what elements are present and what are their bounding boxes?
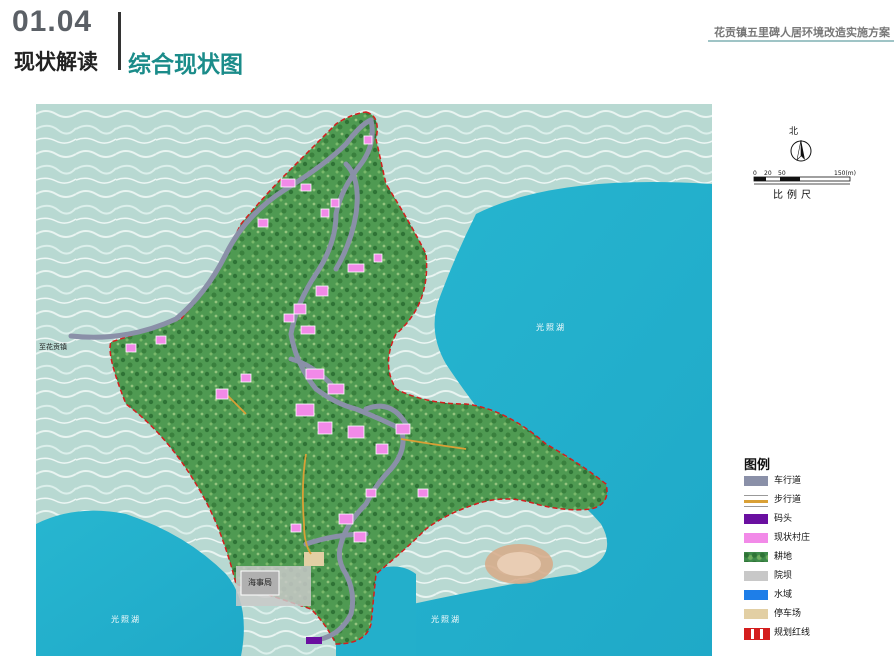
- section-title: 现状解读: [14, 50, 98, 74]
- village-building: [295, 403, 315, 417]
- village-building: [257, 218, 269, 228]
- legend-label: 现状村庄: [774, 533, 811, 543]
- village-building: [280, 178, 296, 188]
- scale-label: 比例尺: [773, 190, 815, 201]
- project-title: 花贡镇五里碑人居环境改造实施方案: [714, 26, 890, 39]
- legend-label: 水域: [774, 590, 793, 600]
- pier: [306, 637, 322, 644]
- site-map-graphic: [36, 104, 712, 656]
- legend-item: 耕地: [744, 550, 884, 564]
- lake-label-east: 光照湖: [536, 323, 566, 332]
- village-building: [327, 383, 345, 395]
- scale-tick-20: 20: [764, 170, 772, 177]
- village-building: [240, 373, 252, 383]
- section-number: 01.04: [12, 5, 93, 38]
- legend-label: 耕地: [774, 552, 793, 562]
- legend-item: 车行道: [744, 474, 884, 488]
- legend-label: 规划红线: [774, 628, 811, 638]
- legend-swatch: [744, 590, 768, 600]
- legend-label: 院坝: [774, 571, 793, 581]
- village-building: [363, 135, 373, 145]
- legend-item: 停车场: [744, 607, 884, 621]
- legend-label: 停车场: [774, 609, 802, 619]
- village-building: [125, 343, 137, 353]
- village-building: [417, 488, 429, 498]
- legend-item: 现状村庄: [744, 531, 884, 545]
- legend-item: 院坝: [744, 569, 884, 583]
- scale-bar: 0 20 50 150(m): [753, 170, 856, 185]
- village-building: [375, 443, 389, 455]
- maritime-building-label: 海事局: [248, 578, 272, 587]
- village-building: [315, 285, 329, 297]
- legend-title: 图例: [744, 458, 771, 473]
- site-map[interactable]: 光照湖 光照湖 光照湖 至花贡镇 海事局: [36, 104, 712, 656]
- village-building: [347, 425, 365, 439]
- legend-item: 水域: [744, 588, 884, 602]
- scale-tick-150: 150(m): [834, 170, 856, 177]
- island-center: [497, 552, 541, 576]
- legend-label: 码头: [774, 514, 793, 524]
- village-building: [215, 388, 229, 400]
- village-building: [395, 423, 411, 435]
- village-building: [347, 263, 365, 273]
- legend-label: 车行道: [774, 476, 802, 486]
- lake-label-south: 光照湖: [431, 615, 461, 624]
- village-building: [293, 303, 307, 315]
- page-title: 综合现状图: [128, 52, 243, 78]
- project-title-rule: [708, 40, 894, 42]
- legend-swatch: [744, 609, 768, 619]
- village-building: [338, 513, 354, 525]
- north-arrow-icon: [790, 139, 812, 162]
- legend-swatch: [744, 495, 768, 507]
- village-building: [283, 313, 295, 323]
- village-building: [290, 523, 302, 533]
- village-building: [353, 531, 367, 543]
- road-destination-label: 至花贡镇: [39, 343, 67, 351]
- legend-swatch: [744, 552, 768, 562]
- north-label: 北: [789, 127, 799, 137]
- legend-item: 步行道: [744, 493, 884, 507]
- legend-swatch: [744, 571, 768, 581]
- header-divider: [118, 12, 121, 70]
- legend-item: 码头: [744, 512, 884, 526]
- legend-swatch: [744, 476, 768, 486]
- scale-tick-0: 0: [753, 170, 757, 177]
- village-building: [305, 368, 325, 380]
- legend-swatch: [744, 533, 768, 543]
- village-building: [300, 183, 312, 192]
- lake-label-southwest: 光照湖: [111, 615, 141, 624]
- village-building: [317, 421, 333, 435]
- legend-label: 步行道: [774, 495, 802, 505]
- scale-tick-50: 50: [778, 170, 786, 177]
- legend-swatch: [744, 514, 768, 524]
- village-building: [365, 488, 377, 498]
- legend-item: 规划红线: [744, 626, 884, 640]
- village-building: [155, 335, 167, 345]
- village-building: [320, 208, 330, 218]
- village-building: [330, 198, 340, 208]
- village-building: [300, 325, 316, 335]
- legend-swatch: [744, 628, 770, 640]
- parking-lot: [304, 552, 324, 566]
- village-building: [373, 253, 383, 263]
